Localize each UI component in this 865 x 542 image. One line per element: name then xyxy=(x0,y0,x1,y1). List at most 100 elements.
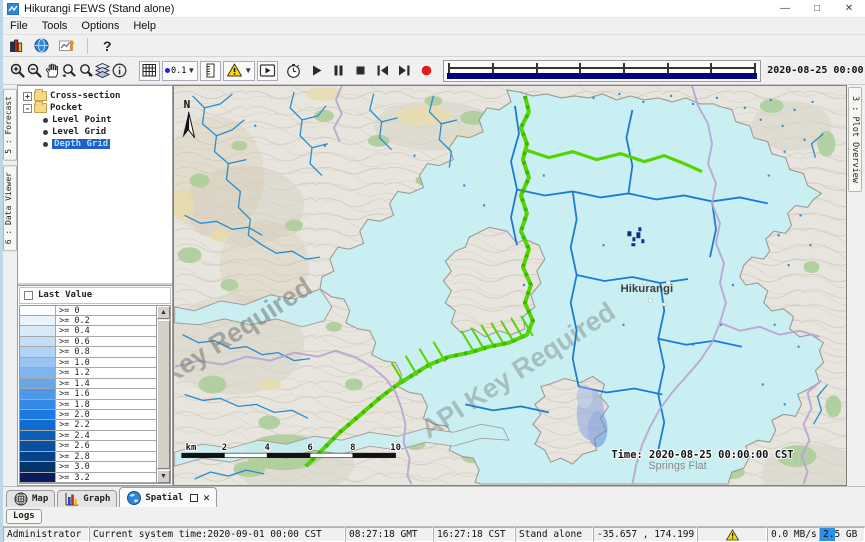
legend-row[interactable]: >= 1.8 xyxy=(20,400,156,410)
legend-row[interactable]: >= 1.2 xyxy=(20,368,156,378)
tab-map[interactable]: Map xyxy=(6,490,55,507)
record-button[interactable] xyxy=(418,62,435,80)
legend-row[interactable]: >= 0.2 xyxy=(20,316,156,326)
info-icon[interactable] xyxy=(111,62,128,80)
legend-row[interactable]: >= 3.2 xyxy=(20,473,156,483)
tab-plot-overview[interactable]: 3 : Plot Overview xyxy=(848,87,862,192)
threshold-value: 0.1 xyxy=(171,66,186,76)
zoom-in-icon[interactable] xyxy=(9,62,26,80)
close-panel-icon[interactable]: ✕ xyxy=(203,491,210,504)
legend-row[interactable]: >= 2.8 xyxy=(20,452,156,462)
pan-hand-icon[interactable] xyxy=(43,62,60,80)
legend-row[interactable]: >= 3.0 xyxy=(20,462,156,472)
legend-row[interactable]: >= 0 xyxy=(20,306,156,316)
database-icon[interactable] xyxy=(7,37,26,55)
scroll-up-icon[interactable]: ▲ xyxy=(157,306,170,319)
legend-row[interactable]: >= 1.6 xyxy=(20,389,156,399)
stop-button[interactable] xyxy=(352,62,369,80)
tree-item-depth-grid[interactable]: Depth Grid xyxy=(21,138,172,150)
legend-row[interactable]: >= 2.6 xyxy=(20,441,156,451)
grid-display-button[interactable] xyxy=(139,61,160,81)
skip-end-button[interactable] xyxy=(396,62,413,80)
tab-spatial[interactable]: Spatial ✕ xyxy=(119,487,217,507)
tree-item-label: Cross-section xyxy=(50,91,120,101)
main-toolbar: ? xyxy=(3,34,865,56)
legend-color-swatch xyxy=(20,368,56,377)
maximize-button[interactable]: □ xyxy=(801,0,833,17)
animation-button[interactable] xyxy=(257,61,278,81)
tab-spatial-label: Spatial xyxy=(145,493,183,503)
legend-color-swatch xyxy=(20,473,56,482)
legend-row-label: >= 3.0 xyxy=(56,462,156,471)
legend-row-label: >= 3.2 xyxy=(56,473,156,482)
legend-row-label: >= 2.0 xyxy=(56,410,156,419)
left-tab-strip: 5 : Forecast 6 : Data Viewer xyxy=(3,85,17,486)
gauge-button[interactable] xyxy=(200,61,221,81)
skip-start-button[interactable] xyxy=(374,62,391,80)
legend-row-label: >= 2.2 xyxy=(56,420,156,429)
layers-icon[interactable] xyxy=(94,62,111,80)
window-title: Hikurangi FEWS (Stand alone) xyxy=(24,3,769,15)
warning-dropdown[interactable]: ▼ xyxy=(223,61,255,81)
legend-scrollbar[interactable]: ▲ ▼ xyxy=(156,306,170,483)
legend-row[interactable]: >= 0.6 xyxy=(20,337,156,347)
menu-help[interactable]: Help xyxy=(126,20,163,32)
time-slider-track xyxy=(448,67,756,69)
play-button[interactable] xyxy=(308,62,325,80)
tree-item-label: Pocket xyxy=(50,103,83,113)
tree-item-level-point[interactable]: Level Point xyxy=(21,114,172,126)
pause-button[interactable] xyxy=(330,62,347,80)
menu-file[interactable]: File xyxy=(3,20,35,32)
zoom-out-icon[interactable] xyxy=(26,62,43,80)
menu-options[interactable]: Options xyxy=(74,20,126,32)
chart-export-icon[interactable] xyxy=(57,37,76,55)
legend-color-swatch xyxy=(20,400,56,409)
legend-row[interactable]: >= 2.2 xyxy=(20,420,156,430)
timer-icon[interactable] xyxy=(285,62,302,80)
globe-icon[interactable] xyxy=(32,37,51,55)
legend-row-label: >= 1.4 xyxy=(56,379,156,388)
tab-forecast[interactable]: 5 : Forecast xyxy=(3,89,17,161)
zoom-previous-icon[interactable] xyxy=(60,62,77,80)
menu-tools[interactable]: Tools xyxy=(35,20,75,32)
map-view[interactable]: API Key Required API Key Required Hikura… xyxy=(173,85,847,486)
legend-table: >= 0>= 0.2>= 0.4>= 0.6>= 0.8>= 1.0>= 1.2… xyxy=(19,305,171,484)
scroll-thumb[interactable] xyxy=(157,320,170,469)
collapse-icon[interactable]: - xyxy=(23,104,32,113)
status-mode: Stand alone xyxy=(515,527,593,542)
last-value-checkbox[interactable] xyxy=(24,291,33,300)
title-bar: Hikurangi FEWS (Stand alone) — □ ✕ xyxy=(3,0,865,18)
svg-text:N: N xyxy=(184,98,191,111)
legend-color-swatch xyxy=(20,441,56,450)
tab-graph[interactable]: Graph xyxy=(57,490,117,507)
wire-globe-icon xyxy=(13,491,29,507)
zoom-next-icon[interactable] xyxy=(77,62,94,80)
scroll-down-icon[interactable]: ▼ xyxy=(157,470,170,483)
legend-row[interactable]: >= 2.0 xyxy=(20,410,156,420)
tree-item-pocket[interactable]: - Pocket xyxy=(21,102,172,114)
legend-row-label: >= 0 xyxy=(56,306,156,315)
legend-row[interactable]: >= 0.8 xyxy=(20,347,156,357)
maximize-panel-icon[interactable] xyxy=(190,494,198,502)
help-button[interactable]: ? xyxy=(99,38,116,54)
status-coordinates: -35.657 , 174.199 xyxy=(593,527,697,542)
legend-row[interactable]: >= 0.4 xyxy=(20,326,156,336)
threshold-dropdown[interactable]: 0.1▼ xyxy=(162,61,198,81)
legend-row[interactable]: >= 1.0 xyxy=(20,358,156,368)
status-network: 0.0 MB/s xyxy=(767,527,819,542)
legend-row[interactable]: >= 2.4 xyxy=(20,431,156,441)
legend-row[interactable]: >= 1.4 xyxy=(20,379,156,389)
close-button[interactable]: ✕ xyxy=(833,0,865,17)
expand-icon[interactable]: + xyxy=(23,92,32,101)
tree-item-level-grid[interactable]: Level Grid xyxy=(21,126,172,138)
legend-row-label: >= 2.8 xyxy=(56,452,156,461)
status-warning[interactable] xyxy=(697,527,767,542)
tree-item-cross-section[interactable]: + Cross-section xyxy=(21,90,172,102)
tree-item-label: Level Grid xyxy=(52,127,106,137)
minimize-button[interactable]: — xyxy=(769,0,801,17)
tab-data-viewer[interactable]: 6 : Data Viewer xyxy=(3,165,17,251)
legend-row-label: >= 0.6 xyxy=(56,337,156,346)
time-slider[interactable] xyxy=(443,60,761,82)
logs-button[interactable]: Logs xyxy=(6,509,42,524)
tab-graph-label: Graph xyxy=(83,494,110,504)
